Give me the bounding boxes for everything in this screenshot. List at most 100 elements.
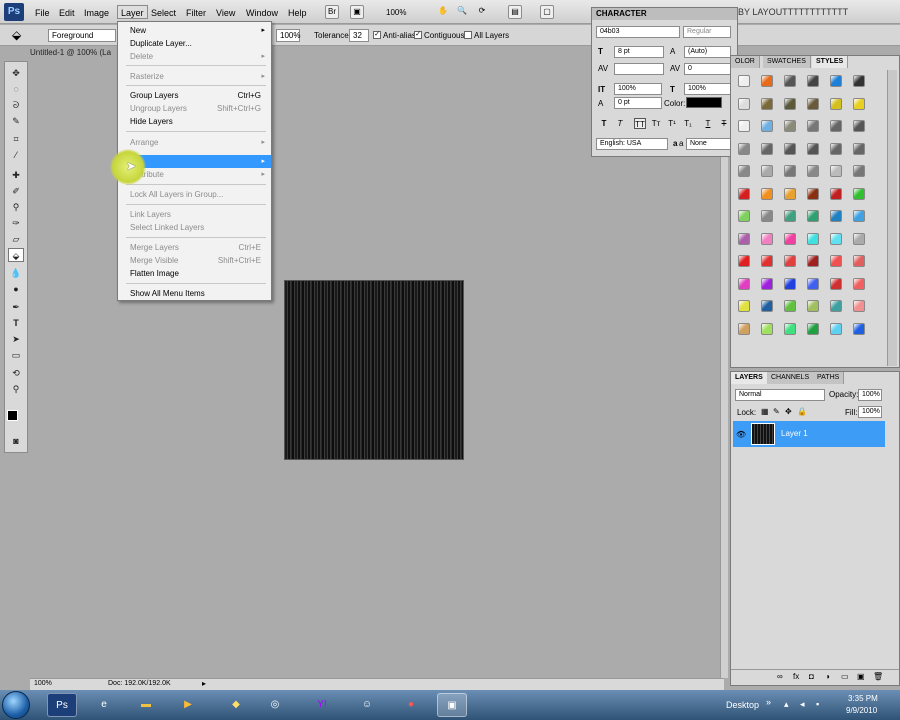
lock-all-icon[interactable]: 🔒 — [797, 407, 807, 416]
healing-brush-icon[interactable]: ✚ — [8, 168, 24, 182]
zoom-tool-icon[interactable]: ⚲ — [8, 382, 24, 396]
lock-position-icon[interactable]: ✥ — [785, 407, 792, 416]
marquee-tool-icon[interactable]: ◌ — [8, 82, 24, 96]
link-layers-icon[interactable]: ∞ — [777, 672, 783, 681]
language-select[interactable]: English: USA — [596, 138, 668, 150]
menu-view[interactable]: View — [213, 6, 238, 20]
style-swatch[interactable] — [738, 300, 750, 312]
lock-pixels-icon[interactable]: ✎ — [773, 407, 780, 416]
style-swatch[interactable] — [853, 165, 865, 177]
eraser-tool-icon[interactable]: ▱ — [8, 232, 24, 246]
3d-rotate-icon[interactable]: ⟲ — [8, 366, 24, 380]
dodge-tool-icon[interactable]: ● — [8, 282, 24, 296]
style-swatch[interactable] — [784, 232, 796, 245]
small-caps-icon[interactable]: Tт — [650, 118, 662, 129]
tray-network-icon[interactable]: ▴ — [784, 699, 789, 710]
style-swatch[interactable] — [807, 165, 819, 177]
layer-name[interactable]: Layer 1 — [781, 429, 808, 438]
style-swatch[interactable] — [830, 165, 842, 177]
style-swatch[interactable] — [738, 255, 750, 267]
antialias-checkbox[interactable]: ✓ — [373, 31, 381, 39]
faux-italic-icon[interactable]: T — [614, 118, 626, 129]
tray-icon[interactable]: ▪ — [816, 699, 819, 709]
shape-tool-icon[interactable]: ▭ — [8, 348, 24, 362]
font-style-select[interactable]: Regular — [683, 26, 731, 38]
menu-file[interactable]: File — [32, 6, 53, 20]
style-swatch[interactable] — [807, 97, 819, 110]
style-swatch[interactable] — [784, 300, 796, 312]
style-swatch[interactable] — [761, 210, 773, 222]
style-swatch[interactable] — [761, 97, 773, 110]
menuitem-merge-layers[interactable]: Merge Layers Ctrl+E — [118, 241, 271, 254]
style-swatch[interactable] — [761, 187, 773, 200]
menuitem-rasterize[interactable]: Rasterize ▸ — [118, 70, 271, 83]
zoom-level-select[interactable]: 100% — [383, 6, 409, 20]
style-swatch[interactable] — [830, 97, 842, 110]
pen-tool-icon[interactable]: ✒ — [8, 300, 24, 314]
style-swatch[interactable] — [784, 165, 796, 177]
menu-layer[interactable]: Layer — [117, 5, 148, 19]
style-swatch[interactable] — [830, 322, 842, 335]
zoom-icon[interactable]: 🔍 — [455, 5, 469, 19]
menuitem-duplicate-layer[interactable]: Duplicate Layer... — [118, 37, 271, 50]
style-swatch[interactable] — [784, 277, 796, 290]
menuitem-arrange[interactable]: Arrange ▸ — [118, 136, 271, 149]
styles-scrollbar[interactable] — [887, 70, 897, 366]
new-layer-icon[interactable]: ▣ — [857, 672, 865, 681]
tolerance-field[interactable]: 32 — [349, 29, 369, 42]
path-select-icon[interactable]: ➤ — [8, 332, 24, 346]
taskbar-window-icon[interactable]: ▣ — [437, 693, 467, 717]
layer-opacity-field[interactable]: 100% — [858, 389, 882, 401]
style-swatch[interactable] — [761, 277, 773, 290]
status-zoom[interactable]: 100% — [34, 680, 52, 687]
style-swatch[interactable] — [761, 75, 773, 87]
style-swatch[interactable] — [761, 120, 773, 132]
bridge-icon[interactable]: Br — [325, 5, 339, 19]
taskbar-yahoo-icon[interactable]: Y! — [307, 693, 337, 717]
menuitem-delete[interactable]: Delete ▸ — [118, 50, 271, 63]
menuitem-show-all-menu-items[interactable]: Show All Menu Items — [118, 287, 271, 300]
menu-window[interactable]: Window — [243, 6, 281, 20]
style-swatch[interactable] — [761, 255, 773, 267]
screen-mode-icon[interactable]: ▢ — [540, 5, 554, 19]
style-swatch[interactable] — [761, 300, 773, 312]
taskbar-media-icon[interactable]: ▶ — [173, 693, 203, 717]
style-swatch[interactable] — [807, 300, 819, 312]
visibility-eye-icon[interactable]: 👁 — [736, 430, 746, 439]
style-swatch[interactable] — [830, 75, 842, 87]
taskbar-app2-icon[interactable]: ● — [396, 693, 426, 717]
style-swatch[interactable] — [807, 277, 819, 290]
delete-layer-icon[interactable]: 🗑 — [873, 672, 883, 681]
clone-stamp-icon[interactable]: ⚲ — [8, 200, 24, 214]
vertical-scale-field[interactable]: 100% — [614, 83, 662, 95]
clock-time[interactable]: 3:35 PM — [848, 694, 878, 703]
tab-paths[interactable]: PATHS — [813, 372, 845, 384]
menuitem-link-layers[interactable]: Link Layers — [118, 208, 271, 221]
status-arrow-icon[interactable]: ▸ — [202, 679, 206, 688]
style-swatch[interactable] — [807, 210, 819, 222]
blend-mode-select[interactable]: Normal — [735, 389, 825, 401]
antialias-method-select[interactable]: None — [686, 138, 731, 150]
style-swatch[interactable] — [807, 232, 819, 245]
layer-row[interactable]: 👁 Layer 1 — [733, 421, 885, 447]
style-swatch[interactable] — [830, 187, 842, 200]
menuitem-merge-visible[interactable]: Merge Visible Shift+Ctrl+E — [118, 254, 271, 267]
new-group-icon[interactable]: ▭ — [841, 672, 849, 681]
menu-edit[interactable]: Edit — [56, 6, 78, 20]
menuitem-flatten-image[interactable]: Flatten Image — [118, 267, 271, 280]
lasso-tool-icon[interactable]: ᘐ — [8, 98, 24, 112]
style-swatch[interactable] — [738, 165, 750, 177]
style-swatch[interactable] — [807, 120, 819, 132]
style-swatch[interactable] — [738, 277, 750, 290]
crop-tool-icon[interactable]: ⌗ — [8, 132, 24, 146]
style-swatch[interactable] — [807, 322, 819, 335]
style-swatch[interactable] — [738, 210, 750, 222]
kerning-field[interactable] — [614, 63, 664, 75]
style-swatch[interactable] — [784, 142, 796, 155]
add-mask-icon[interactable]: ◘ — [809, 672, 814, 681]
style-swatch[interactable] — [738, 187, 750, 200]
font-size-field[interactable]: 8 pt — [614, 46, 664, 58]
style-swatch[interactable] — [830, 210, 842, 222]
style-swatch[interactable] — [830, 255, 842, 267]
quick-mask-icon[interactable]: ◙ — [8, 434, 24, 448]
